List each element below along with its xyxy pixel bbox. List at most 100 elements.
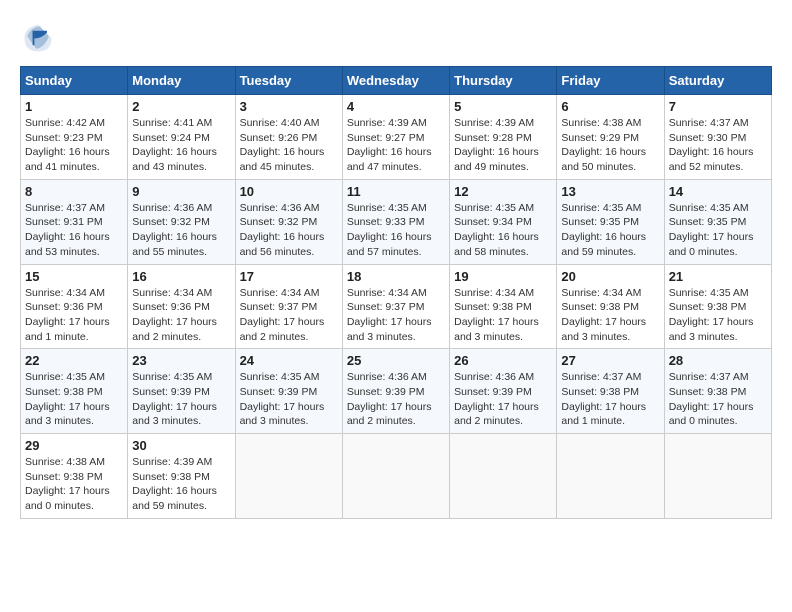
day-cell: 28 Sunrise: 4:37 AM Sunset: 9:38 PM Dayl…: [664, 349, 771, 434]
day-info: Sunrise: 4:36 AM Sunset: 9:39 PM Dayligh…: [347, 370, 445, 429]
day-number: 23: [132, 353, 230, 368]
day-info: Sunrise: 4:34 AM Sunset: 9:38 PM Dayligh…: [561, 286, 659, 345]
day-cell: 15 Sunrise: 4:34 AM Sunset: 9:36 PM Dayl…: [21, 264, 128, 349]
day-number: 18: [347, 269, 445, 284]
day-info: Sunrise: 4:38 AM Sunset: 9:29 PM Dayligh…: [561, 116, 659, 175]
day-info: Sunrise: 4:35 AM Sunset: 9:34 PM Dayligh…: [454, 201, 552, 260]
day-number: 3: [240, 99, 338, 114]
day-cell: 22 Sunrise: 4:35 AM Sunset: 9:38 PM Dayl…: [21, 349, 128, 434]
day-info: Sunrise: 4:37 AM Sunset: 9:30 PM Dayligh…: [669, 116, 767, 175]
calendar-table: SundayMondayTuesdayWednesdayThursdayFrid…: [20, 66, 772, 519]
day-info: Sunrise: 4:39 AM Sunset: 9:27 PM Dayligh…: [347, 116, 445, 175]
header-thursday: Thursday: [450, 67, 557, 95]
day-number: 11: [347, 184, 445, 199]
day-cell: 5 Sunrise: 4:39 AM Sunset: 9:28 PM Dayli…: [450, 95, 557, 180]
day-info: Sunrise: 4:36 AM Sunset: 9:39 PM Dayligh…: [454, 370, 552, 429]
day-number: 15: [25, 269, 123, 284]
header: [20, 20, 772, 56]
day-info: Sunrise: 4:37 AM Sunset: 9:31 PM Dayligh…: [25, 201, 123, 260]
day-cell: 7 Sunrise: 4:37 AM Sunset: 9:30 PM Dayli…: [664, 95, 771, 180]
day-cell: 27 Sunrise: 4:37 AM Sunset: 9:38 PM Dayl…: [557, 349, 664, 434]
day-info: Sunrise: 4:35 AM Sunset: 9:35 PM Dayligh…: [561, 201, 659, 260]
day-cell: 19 Sunrise: 4:34 AM Sunset: 9:38 PM Dayl…: [450, 264, 557, 349]
day-cell: 24 Sunrise: 4:35 AM Sunset: 9:39 PM Dayl…: [235, 349, 342, 434]
header-monday: Monday: [128, 67, 235, 95]
day-number: 16: [132, 269, 230, 284]
day-number: 12: [454, 184, 552, 199]
day-cell: 8 Sunrise: 4:37 AM Sunset: 9:31 PM Dayli…: [21, 179, 128, 264]
day-number: 6: [561, 99, 659, 114]
day-cell: 9 Sunrise: 4:36 AM Sunset: 9:32 PM Dayli…: [128, 179, 235, 264]
day-number: 1: [25, 99, 123, 114]
day-cell: 20 Sunrise: 4:34 AM Sunset: 9:38 PM Dayl…: [557, 264, 664, 349]
day-number: 4: [347, 99, 445, 114]
day-number: 13: [561, 184, 659, 199]
week-row-1: 1 Sunrise: 4:42 AM Sunset: 9:23 PM Dayli…: [21, 95, 772, 180]
week-row-4: 22 Sunrise: 4:35 AM Sunset: 9:38 PM Dayl…: [21, 349, 772, 434]
day-cell: 30 Sunrise: 4:39 AM Sunset: 9:38 PM Dayl…: [128, 434, 235, 519]
day-cell: 12 Sunrise: 4:35 AM Sunset: 9:34 PM Dayl…: [450, 179, 557, 264]
header-tuesday: Tuesday: [235, 67, 342, 95]
day-info: Sunrise: 4:34 AM Sunset: 9:36 PM Dayligh…: [132, 286, 230, 345]
day-cell: 25 Sunrise: 4:36 AM Sunset: 9:39 PM Dayl…: [342, 349, 449, 434]
day-cell: 2 Sunrise: 4:41 AM Sunset: 9:24 PM Dayli…: [128, 95, 235, 180]
day-cell: 16 Sunrise: 4:34 AM Sunset: 9:36 PM Dayl…: [128, 264, 235, 349]
day-number: 2: [132, 99, 230, 114]
day-number: 14: [669, 184, 767, 199]
logo: [20, 20, 60, 56]
day-cell: [557, 434, 664, 519]
day-cell: [664, 434, 771, 519]
day-number: 29: [25, 438, 123, 453]
day-info: Sunrise: 4:37 AM Sunset: 9:38 PM Dayligh…: [669, 370, 767, 429]
day-cell: [235, 434, 342, 519]
day-number: 8: [25, 184, 123, 199]
header-saturday: Saturday: [664, 67, 771, 95]
day-info: Sunrise: 4:41 AM Sunset: 9:24 PM Dayligh…: [132, 116, 230, 175]
day-number: 27: [561, 353, 659, 368]
day-info: Sunrise: 4:37 AM Sunset: 9:38 PM Dayligh…: [561, 370, 659, 429]
day-cell: 23 Sunrise: 4:35 AM Sunset: 9:39 PM Dayl…: [128, 349, 235, 434]
day-number: 19: [454, 269, 552, 284]
week-row-5: 29 Sunrise: 4:38 AM Sunset: 9:38 PM Dayl…: [21, 434, 772, 519]
week-row-3: 15 Sunrise: 4:34 AM Sunset: 9:36 PM Dayl…: [21, 264, 772, 349]
day-cell: [450, 434, 557, 519]
day-cell: 21 Sunrise: 4:35 AM Sunset: 9:38 PM Dayl…: [664, 264, 771, 349]
weekday-header-row: SundayMondayTuesdayWednesdayThursdayFrid…: [21, 67, 772, 95]
day-number: 20: [561, 269, 659, 284]
day-number: 5: [454, 99, 552, 114]
day-number: 24: [240, 353, 338, 368]
day-info: Sunrise: 4:35 AM Sunset: 9:35 PM Dayligh…: [669, 201, 767, 260]
day-info: Sunrise: 4:36 AM Sunset: 9:32 PM Dayligh…: [132, 201, 230, 260]
day-number: 9: [132, 184, 230, 199]
day-info: Sunrise: 4:35 AM Sunset: 9:38 PM Dayligh…: [669, 286, 767, 345]
day-number: 17: [240, 269, 338, 284]
day-info: Sunrise: 4:39 AM Sunset: 9:28 PM Dayligh…: [454, 116, 552, 175]
header-wednesday: Wednesday: [342, 67, 449, 95]
day-cell: 10 Sunrise: 4:36 AM Sunset: 9:32 PM Dayl…: [235, 179, 342, 264]
week-row-2: 8 Sunrise: 4:37 AM Sunset: 9:31 PM Dayli…: [21, 179, 772, 264]
day-cell: 14 Sunrise: 4:35 AM Sunset: 9:35 PM Dayl…: [664, 179, 771, 264]
day-cell: 26 Sunrise: 4:36 AM Sunset: 9:39 PM Dayl…: [450, 349, 557, 434]
day-info: Sunrise: 4:40 AM Sunset: 9:26 PM Dayligh…: [240, 116, 338, 175]
day-info: Sunrise: 4:35 AM Sunset: 9:39 PM Dayligh…: [132, 370, 230, 429]
day-info: Sunrise: 4:36 AM Sunset: 9:32 PM Dayligh…: [240, 201, 338, 260]
day-info: Sunrise: 4:35 AM Sunset: 9:39 PM Dayligh…: [240, 370, 338, 429]
day-info: Sunrise: 4:34 AM Sunset: 9:37 PM Dayligh…: [240, 286, 338, 345]
day-number: 30: [132, 438, 230, 453]
day-cell: 1 Sunrise: 4:42 AM Sunset: 9:23 PM Dayli…: [21, 95, 128, 180]
day-info: Sunrise: 4:34 AM Sunset: 9:38 PM Dayligh…: [454, 286, 552, 345]
day-number: 7: [669, 99, 767, 114]
header-friday: Friday: [557, 67, 664, 95]
day-cell: 29 Sunrise: 4:38 AM Sunset: 9:38 PM Dayl…: [21, 434, 128, 519]
day-cell: 13 Sunrise: 4:35 AM Sunset: 9:35 PM Dayl…: [557, 179, 664, 264]
day-number: 25: [347, 353, 445, 368]
logo-icon: [20, 20, 56, 56]
day-cell: 18 Sunrise: 4:34 AM Sunset: 9:37 PM Dayl…: [342, 264, 449, 349]
day-info: Sunrise: 4:39 AM Sunset: 9:38 PM Dayligh…: [132, 455, 230, 514]
day-number: 10: [240, 184, 338, 199]
day-number: 21: [669, 269, 767, 284]
day-number: 26: [454, 353, 552, 368]
day-cell: 11 Sunrise: 4:35 AM Sunset: 9:33 PM Dayl…: [342, 179, 449, 264]
header-sunday: Sunday: [21, 67, 128, 95]
day-number: 22: [25, 353, 123, 368]
